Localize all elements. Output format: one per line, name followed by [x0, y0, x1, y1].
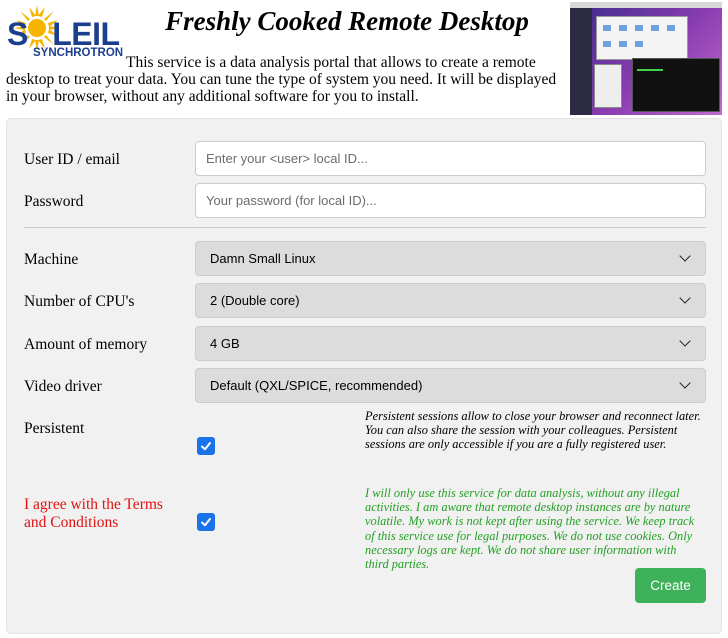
video-driver-label: Video driver	[24, 378, 102, 395]
chevron-down-icon	[679, 377, 691, 389]
user-id-input[interactable]	[195, 141, 706, 176]
memory-select[interactable]: 4 GB	[195, 326, 706, 361]
persistent-checkbox[interactable]	[197, 437, 215, 455]
logo-wordmark: SOLEIL	[7, 16, 120, 52]
video-driver-select[interactable]: Default (QXL/SPICE, recommended)	[195, 368, 706, 403]
intro-text: This service is a data analysis portal t…	[6, 54, 557, 105]
terms-label: I agree with the Terms and Conditions	[24, 496, 163, 531]
user-id-label: User ID / email	[24, 151, 120, 168]
divider	[24, 227, 706, 228]
terms-checkbox[interactable]	[197, 513, 215, 531]
cpu-selected-value: 2 (Double core)	[210, 293, 300, 308]
machine-selected-value: Damn Small Linux	[210, 251, 316, 266]
checkmark-icon	[201, 518, 211, 527]
memory-label: Amount of memory	[24, 336, 148, 353]
memory-selected-value: 4 GB	[210, 336, 240, 351]
cpu-label: Number of CPU's	[24, 293, 135, 310]
chevron-down-icon	[679, 335, 691, 347]
checkmark-icon	[201, 442, 211, 451]
persistent-label: Persistent	[24, 420, 85, 437]
password-input[interactable]	[195, 183, 706, 218]
terms-note: I will only use this service for data an…	[365, 486, 695, 572]
video-driver-selected-value: Default (QXL/SPICE, recommended)	[210, 378, 423, 393]
machine-label: Machine	[24, 251, 79, 268]
persistent-note: Persistent sessions allow to close your …	[365, 409, 701, 452]
desktop-preview-image	[570, 2, 722, 115]
cpu-select[interactable]: 2 (Double core)	[195, 283, 706, 318]
chevron-down-icon	[679, 250, 691, 262]
machine-select[interactable]: Damn Small Linux	[195, 241, 706, 276]
password-label: Password	[24, 193, 84, 210]
session-form: User ID / email Password Machine Damn Sm…	[6, 118, 722, 634]
page-title: Freshly Cooked Remote Desktop	[165, 6, 529, 36]
chevron-down-icon	[679, 292, 691, 304]
soleil-logo: SOLEIL SYNCHROTRON	[3, 4, 125, 60]
create-button[interactable]: Create	[635, 568, 706, 603]
